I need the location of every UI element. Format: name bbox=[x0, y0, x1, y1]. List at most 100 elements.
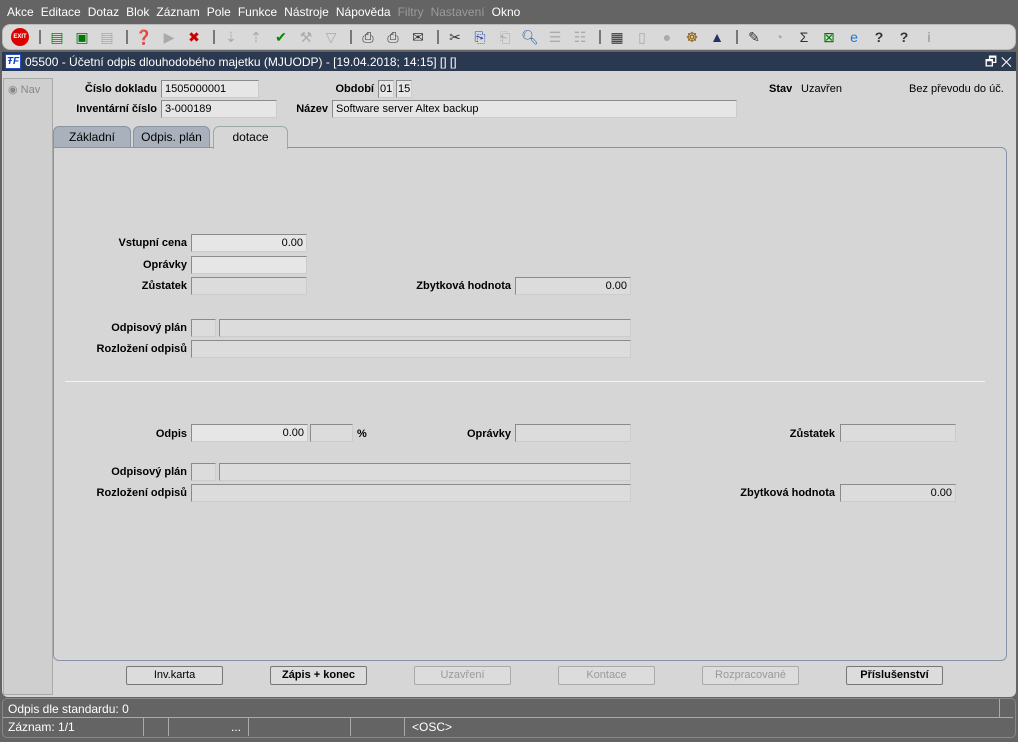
plan-code-field[interactable] bbox=[191, 319, 216, 337]
clock-icon: ◔ bbox=[774, 29, 784, 45]
help-window-icon[interactable]: ? bbox=[893, 27, 915, 47]
nav-label: Nav bbox=[20, 84, 41, 96]
b-plan-label: Odpisový plán bbox=[111, 466, 187, 478]
status-ellipsis: ... bbox=[231, 720, 242, 734]
b-zustatek-field[interactable] bbox=[840, 424, 956, 442]
edit-icon[interactable]: ✎ bbox=[743, 27, 765, 47]
filter-icon: ▽ bbox=[325, 28, 337, 45]
separator bbox=[65, 381, 985, 382]
zustatek-label: Zůstatek bbox=[141, 280, 187, 292]
status-bar: Odpis dle standardu: 0 Záznam: 1/1 ... <… bbox=[2, 698, 1016, 738]
b-rozlozeni-field[interactable] bbox=[191, 484, 631, 502]
vstupni-field[interactable]: 0.00 bbox=[191, 234, 307, 252]
zbytkova-label: Zbytková hodnota bbox=[416, 280, 511, 292]
sort-asc-icon: ⇣ bbox=[225, 28, 237, 45]
b-zbytkova-label: Zbytková hodnota bbox=[740, 487, 835, 499]
rozlozeni-label: Rozložení odpisů bbox=[96, 343, 187, 355]
cut-icon[interactable]: ✂ bbox=[444, 27, 466, 47]
obdobi-month-field[interactable]: 01 bbox=[378, 80, 394, 98]
menu-nastaveni: Nastavení bbox=[430, 4, 485, 19]
rozpracovane-button: Rozpracované bbox=[702, 666, 799, 685]
rozlozeni-field[interactable] bbox=[191, 340, 631, 358]
b-opravky-field[interactable] bbox=[515, 424, 631, 442]
b-opravky-label: Oprávky bbox=[466, 428, 511, 440]
restore-icon[interactable]: 🗗︎ bbox=[985, 54, 997, 69]
zbytkova-field[interactable]: 0.00 bbox=[515, 277, 631, 295]
b-plan-code-field[interactable] bbox=[191, 463, 216, 481]
stav-label: Stav bbox=[769, 83, 793, 95]
excel-icon[interactable]: ⊠ bbox=[818, 27, 840, 47]
globe-icon: ● bbox=[662, 29, 672, 45]
eye-icon[interactable]: ▲ bbox=[706, 27, 728, 47]
save-record-icon[interactable]: ▣ bbox=[71, 27, 93, 47]
mail-icon[interactable]: ✉ bbox=[407, 27, 429, 47]
inv-label: Inventární číslo bbox=[76, 103, 157, 115]
menu-nastroje[interactable]: Nástroje bbox=[281, 5, 332, 19]
menu-dotaz[interactable]: Dotaz bbox=[85, 5, 122, 19]
insert-record-icon[interactable]: ▤ bbox=[46, 27, 68, 47]
ie-icon[interactable]: e bbox=[843, 27, 865, 47]
plan-name-field[interactable] bbox=[219, 319, 631, 337]
odpis-label: Odpis bbox=[155, 428, 187, 440]
cancel-query-icon[interactable]: ✖ bbox=[183, 27, 205, 47]
inv-field[interactable]: 3-000189 bbox=[161, 100, 277, 118]
nav-radio[interactable]: ◉ bbox=[8, 84, 21, 96]
obdobi-year-field[interactable]: 15 bbox=[396, 80, 412, 98]
window-title-bar: ŦF 05500 - Účetní odpis dlouhodobého maj… bbox=[2, 52, 1016, 71]
find-icon[interactable]: 🔍︎ bbox=[519, 27, 541, 47]
cislo-field[interactable]: 1505000001 bbox=[161, 80, 259, 98]
print-setup-icon[interactable]: ⎙ bbox=[382, 27, 404, 47]
prislusenstvi-button[interactable]: Příslušenství bbox=[846, 666, 943, 685]
help-icon[interactable]: ? bbox=[868, 27, 890, 47]
document-icon: ▯ bbox=[638, 28, 646, 45]
execute-query-icon: ▶ bbox=[163, 28, 175, 45]
columns-icon: ☷ bbox=[573, 28, 587, 45]
inv-karta-button[interactable]: Inv.karta bbox=[126, 666, 223, 685]
b-zustatek-label: Zůstatek bbox=[789, 428, 835, 440]
menu-bar: Akce Editace Dotaz Blok Záznam Pole Funk… bbox=[0, 0, 1018, 23]
menu-blok[interactable]: Blok bbox=[123, 5, 152, 19]
window-title: 05500 - Účetní odpis dlouhodobého majetk… bbox=[25, 54, 457, 69]
tools-icon: ⚒ bbox=[299, 28, 313, 45]
vstupni-label: Vstupní cena bbox=[118, 237, 187, 249]
stav-value: Uzavřen bbox=[801, 83, 842, 95]
menu-pole[interactable]: Pole bbox=[204, 5, 234, 19]
close-icon[interactable]: ✕ bbox=[1001, 54, 1012, 69]
odpis-pct-field[interactable] bbox=[310, 424, 353, 442]
opravky-field[interactable] bbox=[191, 256, 307, 274]
delete-record-icon: ▤ bbox=[100, 28, 114, 45]
plan-label: Odpisový plán bbox=[111, 322, 187, 334]
sum-icon[interactable]: Σ bbox=[793, 27, 815, 47]
status-message: Odpis dle standardu: 0 bbox=[8, 702, 129, 716]
b-plan-name-field[interactable] bbox=[219, 463, 631, 481]
tab-dotace[interactable]: dotace bbox=[213, 126, 288, 149]
menu-zaznam[interactable]: Záznam bbox=[153, 5, 202, 19]
tab-odpis-plan[interactable]: Odpis. plán bbox=[133, 126, 210, 148]
kontace-button: Kontace bbox=[558, 666, 655, 685]
zapis-konec-button[interactable]: Zápis + konec bbox=[270, 666, 367, 685]
obdobi-label: Období bbox=[335, 83, 375, 95]
copy-icon[interactable]: ⎘ bbox=[469, 27, 491, 47]
print-icon[interactable]: ⎙ bbox=[357, 27, 379, 47]
tab-panel bbox=[53, 147, 1007, 661]
zustatek-field[interactable] bbox=[191, 277, 307, 295]
tab-zakladni[interactable]: Základní bbox=[53, 126, 131, 148]
uzavreni-button: Uzavření bbox=[414, 666, 511, 685]
menu-funkce[interactable]: Funkce bbox=[235, 5, 280, 19]
query-icon: ❓ bbox=[135, 28, 153, 45]
odpis-field[interactable]: 0.00 bbox=[191, 424, 308, 442]
menu-okno[interactable]: Okno bbox=[489, 5, 524, 19]
app-logo-icon: ŦF bbox=[5, 54, 21, 69]
b-rozlozeni-label: Rozložení odpisů bbox=[96, 487, 187, 499]
exit-icon[interactable]: EXIT bbox=[9, 27, 31, 47]
wheel-icon[interactable]: ☸ bbox=[681, 27, 703, 47]
menu-akce[interactable]: Akce bbox=[4, 5, 37, 19]
b-zbytkova-field[interactable]: 0.00 bbox=[840, 484, 956, 502]
mode-indicator: <OSC> bbox=[412, 720, 453, 734]
report-icon[interactable]: ▦ bbox=[606, 27, 628, 47]
nazev-field[interactable]: Software server Altex backup bbox=[332, 100, 737, 118]
commit-icon[interactable]: ✔ bbox=[270, 27, 292, 47]
indent-icon: ☰ bbox=[548, 28, 562, 45]
menu-editace[interactable]: Editace bbox=[38, 5, 84, 19]
menu-napoveda[interactable]: Nápověda bbox=[333, 5, 394, 19]
